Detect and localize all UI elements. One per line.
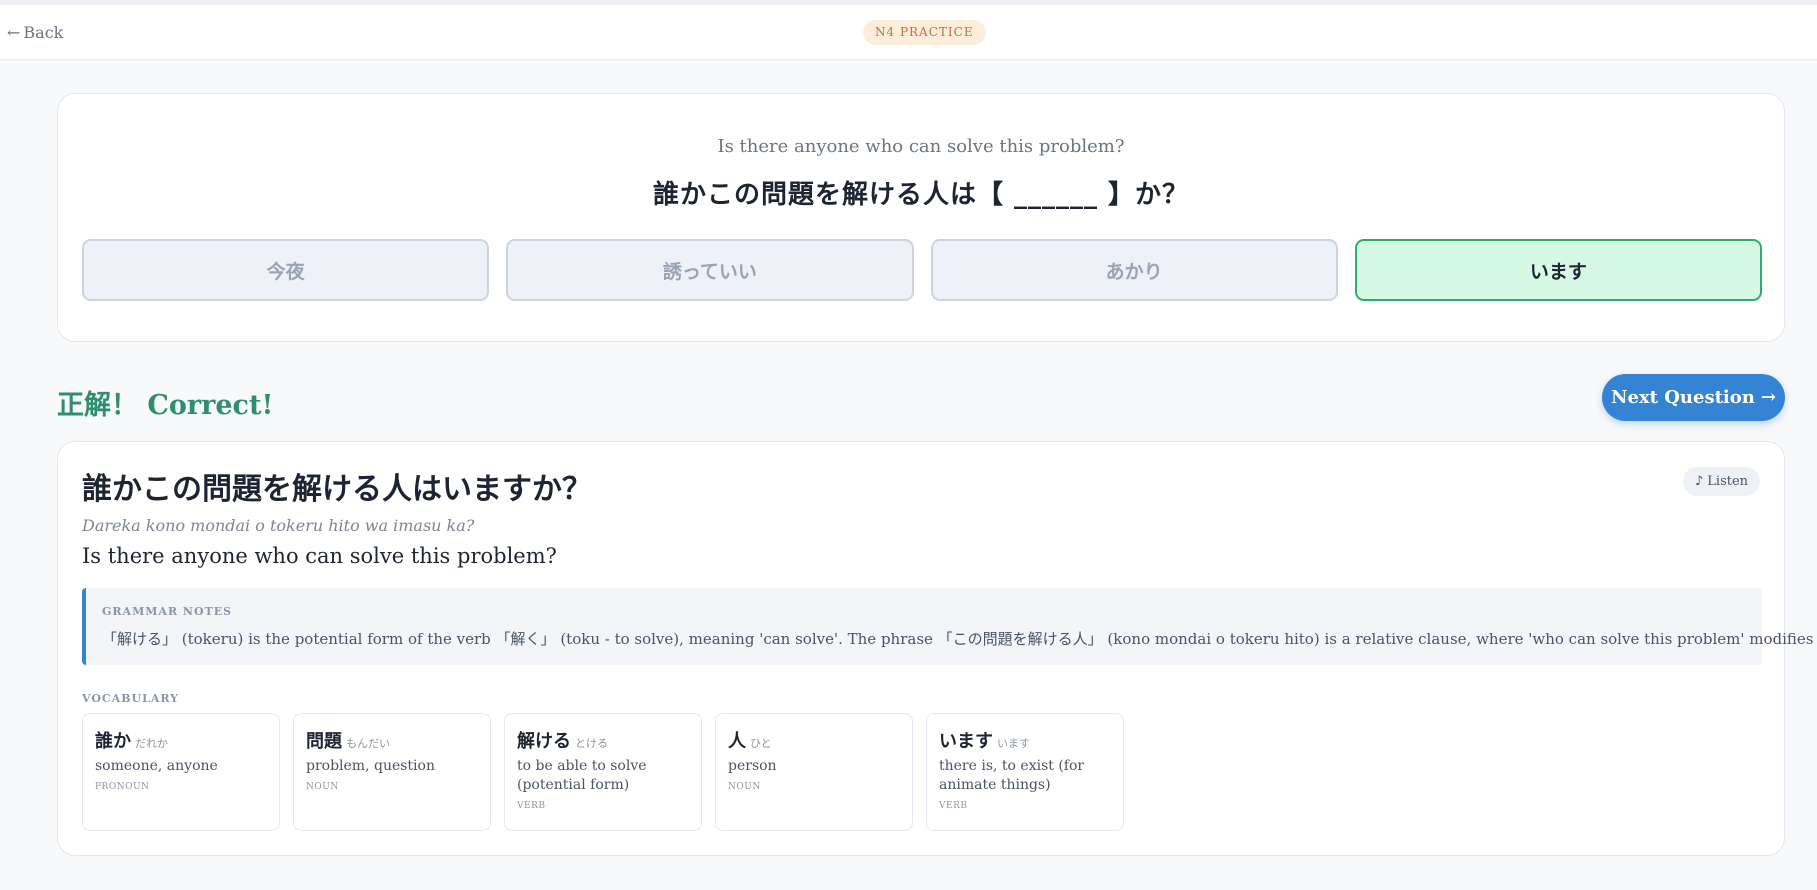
vocab-word: 解ける: [517, 731, 571, 752]
music-note-icon: ♪: [1695, 474, 1704, 489]
vocab-card: います います there is, to exist (for animate t…: [926, 713, 1124, 831]
answer-options: 今夜 誘っていい あかり います: [82, 239, 1762, 301]
vocab-part-of-speech: VERB: [517, 801, 546, 811]
grammar-notes-text: 「解ける」 (tokeru) is the potential form of …: [102, 630, 1817, 648]
next-question-label: Next Question: [1611, 387, 1755, 408]
vocab-card: 解ける とける to be able to solve (potential fo…: [504, 713, 702, 831]
sentence-detail-card: 誰かこの問題を解ける人はいますか？ ♪ Listen Dareka kono m…: [57, 441, 1817, 856]
vocab-meaning: to be able to solve (potential form): [517, 758, 647, 793]
grammar-notes: GRAMMAR NOTES 「解ける」 (tokeru) is the pote…: [82, 588, 1817, 665]
vocab-part-of-speech: NOUN: [728, 782, 761, 792]
header-bar: ← Back N4 PRACTICE: [0, 5, 1817, 60]
vocab-card: 人ひと person NOUN: [715, 713, 913, 831]
question-japanese: 誰かこの問題を解ける人は【 ______ 】か？: [652, 180, 1190, 210]
vocabulary-title: VOCABULARY: [82, 692, 180, 705]
listen-label: Listen: [1707, 474, 1749, 489]
vocab-reading: とける: [575, 737, 608, 750]
vocab-part-of-speech: NOUN: [306, 782, 339, 792]
listen-button[interactable]: ♪ Listen: [1683, 467, 1761, 496]
vocab-reading: います: [997, 737, 1030, 750]
vocab-meaning: problem, question: [306, 758, 435, 774]
question-card: Is there anyone who can solve this probl…: [57, 93, 1785, 342]
vocab-meaning: there is, to exist (for animate things): [939, 758, 1085, 793]
sentence-english: Is there anyone who can solve this probl…: [82, 544, 557, 568]
vocab-word: 誰か: [95, 731, 131, 752]
arrow-right-icon: →: [1760, 387, 1776, 408]
vocab-reading: だれか: [135, 737, 168, 750]
back-button[interactable]: ← Back: [7, 23, 63, 42]
option-button-3[interactable]: あかり: [930, 239, 1338, 301]
vocab-reading: ひと: [750, 737, 772, 750]
option-button-4-correct[interactable]: います: [1354, 239, 1762, 301]
vocab-card: 問題 もんだい problem, question NOUN: [293, 713, 491, 831]
vocab-meaning: someone, anyone: [95, 758, 218, 774]
vocab-card: 誰か だれか someone, anyone PRONOUN: [82, 713, 280, 831]
sentence-romaji: Dareka kono mondai o tokeru hito wa imas…: [82, 516, 475, 535]
vocab-reading: もんだい: [346, 737, 390, 750]
vocab-part-of-speech: PRONOUN: [95, 782, 150, 792]
vocab-word: 人: [728, 731, 746, 752]
option-button-1[interactable]: 今夜: [82, 239, 490, 301]
result-message: 正解！ Correct!: [57, 390, 274, 421]
level-badge: N4 PRACTICE: [863, 20, 986, 45]
back-label: Back: [23, 23, 64, 42]
vocab-word: います: [939, 731, 993, 752]
next-question-button[interactable]: Next Question →: [1602, 374, 1785, 421]
vocab-meaning: person: [728, 758, 777, 774]
vocabulary-list: 誰か だれか someone, anyone PRONOUN 問題 もんだい pro…: [82, 713, 1124, 831]
option-button-2[interactable]: 誘っていい: [506, 239, 914, 301]
grammar-notes-title: GRAMMAR NOTES: [102, 605, 233, 618]
question-english: Is there anyone who can solve this probl…: [717, 136, 1125, 157]
back-arrow-icon: ←: [7, 23, 21, 42]
vocab-word: 問題: [306, 731, 342, 752]
vocab-part-of-speech: VERB: [939, 801, 968, 811]
sentence-japanese: 誰かこの問題を解ける人はいますか？: [82, 472, 592, 507]
